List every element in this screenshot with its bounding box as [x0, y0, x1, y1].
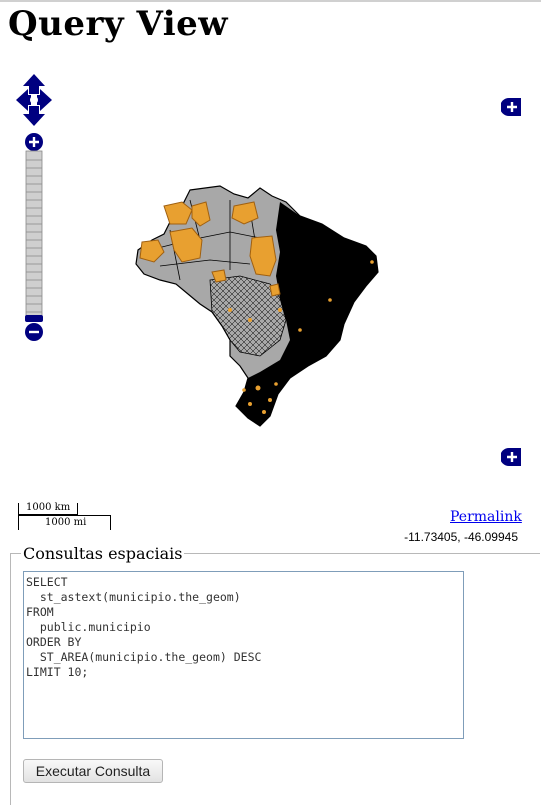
page-title: Query View [8, 4, 229, 44]
municipalities-map-layer [135, 185, 379, 427]
top-rule [0, 0, 541, 2]
pan-arrows-icon[interactable] [14, 72, 54, 128]
overview-map-button[interactable] [501, 447, 521, 467]
sql-query-input[interactable]: SELECT st_astext(municipio.the_geom) FRO… [23, 571, 464, 739]
run-query-button[interactable]: Executar Consulta [23, 759, 163, 783]
scale-mi: 1000 mi [18, 515, 111, 530]
zoom-slider-handle[interactable] [25, 315, 43, 322]
zoom-out-button[interactable] [25, 323, 43, 341]
query-legend: Consultas espaciais [23, 544, 183, 563]
zoom-slider[interactable] [24, 132, 44, 344]
layer-switcher-button[interactable] [501, 97, 521, 117]
mouse-position-readout: -11.73405, -46.09945 [404, 530, 518, 544]
permalink-link[interactable]: Permalink [450, 509, 522, 525]
pan-right-button[interactable] [37, 89, 52, 111]
scale-km: 1000 km [18, 502, 78, 515]
scale-line: 1000 km 1000 mi [18, 502, 118, 531]
pan-left-button[interactable] [16, 89, 31, 111]
zoom-in-button[interactable] [25, 133, 43, 151]
